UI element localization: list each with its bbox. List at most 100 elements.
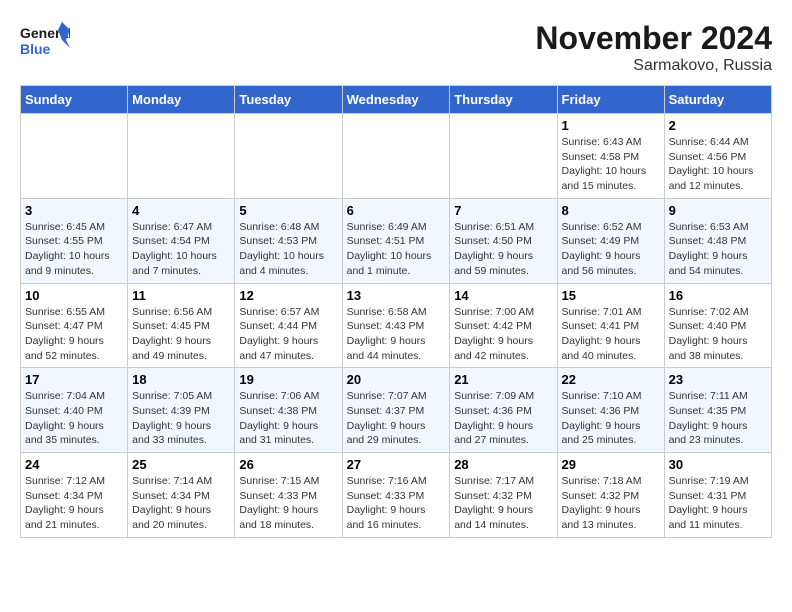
day-number: 2 xyxy=(669,118,767,133)
day-number: 11 xyxy=(132,288,230,303)
calendar-cell: 29Sunrise: 7:18 AM Sunset: 4:32 PM Dayli… xyxy=(557,453,664,538)
month-title: November 2024 xyxy=(535,20,772,57)
day-number: 10 xyxy=(25,288,123,303)
calendar-week-row: 10 Sunrise: 6:55 AM Sunset: 4:47 PM Dayli… xyxy=(21,283,772,368)
day-number: 23 xyxy=(669,372,767,387)
day-info: Sunrise: 7:05 AM Sunset: 4:39 PM Dayligh… xyxy=(132,389,230,448)
day-info: Sunrise: 6:45 AM Sunset: 4:55 PM Dayligh… xyxy=(25,220,123,279)
day-number: 21 xyxy=(454,372,552,387)
weekday-header-sunday: Sunday xyxy=(21,86,128,114)
day-info: Sunrise: 7:00 AM Sunset: 4:42 PM Dayligh… xyxy=(454,305,552,364)
day-info: Sunrise: 7:07 AM Sunset: 4:37 PM Dayligh… xyxy=(347,389,446,448)
day-info: Sunrise: 7:04 AM Sunset: 4:40 PM Dayligh… xyxy=(25,389,123,448)
day-number: 6 xyxy=(347,203,446,218)
day-info: Sunrise: 7:15 AM Sunset: 4:33 PM Dayligh… xyxy=(239,474,337,533)
calendar-cell: 19 Sunrise: 7:06 AM Sunset: 4:38 PM Dayli… xyxy=(235,368,342,453)
calendar-cell: 27Sunrise: 7:16 AM Sunset: 4:33 PM Dayli… xyxy=(342,453,450,538)
calendar-cell: 21 Sunrise: 7:09 AM Sunset: 4:36 PM Dayli… xyxy=(450,368,557,453)
day-number: 15 xyxy=(562,288,660,303)
day-info: Sunrise: 7:10 AM Sunset: 4:36 PM Dayligh… xyxy=(562,389,660,448)
calendar-cell: 8 Sunrise: 6:52 AM Sunset: 4:49 PM Daylig… xyxy=(557,198,664,283)
calendar-cell xyxy=(450,114,557,199)
day-number: 7 xyxy=(454,203,552,218)
calendar-cell: 28Sunrise: 7:17 AM Sunset: 4:32 PM Dayli… xyxy=(450,453,557,538)
day-info: Sunrise: 6:47 AM Sunset: 4:54 PM Dayligh… xyxy=(132,220,230,279)
day-number: 1 xyxy=(562,118,660,133)
day-info: Sunrise: 6:57 AM Sunset: 4:44 PM Dayligh… xyxy=(239,305,337,364)
day-number: 22 xyxy=(562,372,660,387)
day-info: Sunrise: 7:12 AM Sunset: 4:34 PM Dayligh… xyxy=(25,474,123,533)
calendar-cell: 18 Sunrise: 7:05 AM Sunset: 4:39 PM Dayli… xyxy=(128,368,235,453)
calendar-cell: 22 Sunrise: 7:10 AM Sunset: 4:36 PM Dayli… xyxy=(557,368,664,453)
calendar-cell: 13 Sunrise: 6:58 AM Sunset: 4:43 PM Dayli… xyxy=(342,283,450,368)
day-number: 13 xyxy=(347,288,446,303)
day-info: Sunrise: 6:53 AM Sunset: 4:48 PM Dayligh… xyxy=(669,220,767,279)
calendar-table: SundayMondayTuesdayWednesdayThursdayFrid… xyxy=(20,85,772,538)
weekday-header-tuesday: Tuesday xyxy=(235,86,342,114)
calendar-cell: 30 Sunrise: 7:19 AM Sunset: 4:31 PM Dayli… xyxy=(664,453,771,538)
svg-text:Blue: Blue xyxy=(20,41,51,57)
calendar-cell: 1 Sunrise: 6:43 AM Sunset: 4:58 PM Daylig… xyxy=(557,114,664,199)
day-info: Sunrise: 6:44 AM Sunset: 4:56 PM Dayligh… xyxy=(669,135,767,194)
calendar-cell: 14Sunrise: 7:00 AM Sunset: 4:42 PM Dayli… xyxy=(450,283,557,368)
day-info: Sunrise: 6:49 AM Sunset: 4:51 PM Dayligh… xyxy=(347,220,446,279)
day-number: 26 xyxy=(239,457,337,472)
day-info: Sunrise: 7:19 AM Sunset: 4:31 PM Dayligh… xyxy=(669,474,767,533)
weekday-header-saturday: Saturday xyxy=(664,86,771,114)
day-info: Sunrise: 6:55 AM Sunset: 4:47 PM Dayligh… xyxy=(25,305,123,364)
day-number: 18 xyxy=(132,372,230,387)
day-number: 4 xyxy=(132,203,230,218)
day-info: Sunrise: 7:09 AM Sunset: 4:36 PM Dayligh… xyxy=(454,389,552,448)
title-area: November 2024 Sarmakovo, Russia xyxy=(535,20,772,75)
calendar-week-row: 1 Sunrise: 6:43 AM Sunset: 4:58 PM Daylig… xyxy=(21,114,772,199)
day-info: Sunrise: 7:18 AM Sunset: 4:32 PM Dayligh… xyxy=(562,474,660,533)
day-number: 3 xyxy=(25,203,123,218)
day-info: Sunrise: 7:02 AM Sunset: 4:40 PM Dayligh… xyxy=(669,305,767,364)
weekday-header-monday: Monday xyxy=(128,86,235,114)
day-number: 20 xyxy=(347,372,446,387)
weekday-header-friday: Friday xyxy=(557,86,664,114)
day-info: Sunrise: 6:48 AM Sunset: 4:53 PM Dayligh… xyxy=(239,220,337,279)
day-number: 8 xyxy=(562,203,660,218)
day-number: 17 xyxy=(25,372,123,387)
day-info: Sunrise: 7:06 AM Sunset: 4:38 PM Dayligh… xyxy=(239,389,337,448)
day-info: Sunrise: 7:11 AM Sunset: 4:35 PM Dayligh… xyxy=(669,389,767,448)
calendar-cell: 23 Sunrise: 7:11 AM Sunset: 4:35 PM Dayli… xyxy=(664,368,771,453)
day-info: Sunrise: 6:58 AM Sunset: 4:43 PM Dayligh… xyxy=(347,305,446,364)
calendar-week-row: 17 Sunrise: 7:04 AM Sunset: 4:40 PM Dayli… xyxy=(21,368,772,453)
calendar-cell: 10 Sunrise: 6:55 AM Sunset: 4:47 PM Dayli… xyxy=(21,283,128,368)
calendar-cell: 15 Sunrise: 7:01 AM Sunset: 4:41 PM Dayli… xyxy=(557,283,664,368)
calendar-cell: 3 Sunrise: 6:45 AM Sunset: 4:55 PM Daylig… xyxy=(21,198,128,283)
day-info: Sunrise: 6:52 AM Sunset: 4:49 PM Dayligh… xyxy=(562,220,660,279)
calendar-cell: 5 Sunrise: 6:48 AM Sunset: 4:53 PM Daylig… xyxy=(235,198,342,283)
day-number: 24 xyxy=(25,457,123,472)
calendar-cell: 17 Sunrise: 7:04 AM Sunset: 4:40 PM Dayli… xyxy=(21,368,128,453)
day-number: 5 xyxy=(239,203,337,218)
day-info: Sunrise: 6:51 AM Sunset: 4:50 PM Dayligh… xyxy=(454,220,552,279)
logo-icon: General Blue xyxy=(20,20,70,64)
day-info: Sunrise: 7:01 AM Sunset: 4:41 PM Dayligh… xyxy=(562,305,660,364)
calendar-cell: 24 Sunrise: 7:12 AM Sunset: 4:34 PM Dayli… xyxy=(21,453,128,538)
location: Sarmakovo, Russia xyxy=(535,57,772,75)
calendar-cell: 16 Sunrise: 7:02 AM Sunset: 4:40 PM Dayli… xyxy=(664,283,771,368)
calendar-week-row: 24 Sunrise: 7:12 AM Sunset: 4:34 PM Dayli… xyxy=(21,453,772,538)
calendar-cell: 4 Sunrise: 6:47 AM Sunset: 4:54 PM Daylig… xyxy=(128,198,235,283)
day-info: Sunrise: 7:14 AM Sunset: 4:34 PM Dayligh… xyxy=(132,474,230,533)
logo: General Blue xyxy=(20,20,70,64)
calendar-cell xyxy=(235,114,342,199)
day-number: 19 xyxy=(239,372,337,387)
calendar-cell: 7 Sunrise: 6:51 AM Sunset: 4:50 PM Daylig… xyxy=(450,198,557,283)
calendar-cell: 26 Sunrise: 7:15 AM Sunset: 4:33 PM Dayli… xyxy=(235,453,342,538)
calendar-cell xyxy=(342,114,450,199)
day-info: Sunrise: 6:43 AM Sunset: 4:58 PM Dayligh… xyxy=(562,135,660,194)
day-number: 12 xyxy=(239,288,337,303)
calendar-cell: 6 Sunrise: 6:49 AM Sunset: 4:51 PM Daylig… xyxy=(342,198,450,283)
day-number: 30 xyxy=(669,457,767,472)
day-info: Sunrise: 7:17 AM Sunset: 4:32 PM Dayligh… xyxy=(454,474,552,533)
calendar-cell: 12 Sunrise: 6:57 AM Sunset: 4:44 PM Dayli… xyxy=(235,283,342,368)
calendar-cell: 9Sunrise: 6:53 AM Sunset: 4:48 PM Daylig… xyxy=(664,198,771,283)
day-number: 16 xyxy=(669,288,767,303)
calendar-cell: 11 Sunrise: 6:56 AM Sunset: 4:45 PM Dayli… xyxy=(128,283,235,368)
calendar-cell: 2 Sunrise: 6:44 AM Sunset: 4:56 PM Daylig… xyxy=(664,114,771,199)
day-info: Sunrise: 6:56 AM Sunset: 4:45 PM Dayligh… xyxy=(132,305,230,364)
